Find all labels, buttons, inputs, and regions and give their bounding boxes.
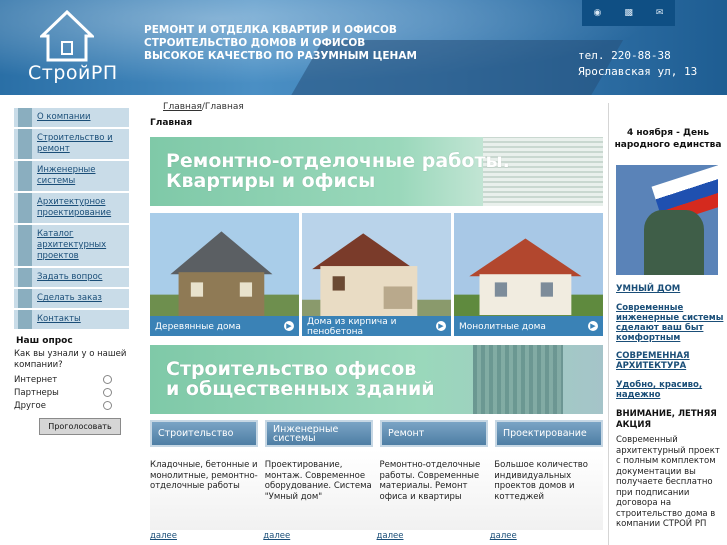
more-links: далее далее далее далее [150, 531, 603, 541]
breadcrumb: Главная/Главная [163, 102, 244, 112]
poll-title: Наш опрос [16, 336, 73, 346]
poll-question: Как вы узнали у о нашей компании? [14, 349, 127, 370]
slogan-line: ВЫСОКОЕ КАЧЕСТВО ПО РАЗУМНЫМ ЦЕНАМ [144, 50, 417, 62]
sidebar-item-ask[interactable]: Задать вопрос [14, 268, 129, 289]
page-title: Главная [150, 118, 193, 128]
banner-text: Строительство офисов и общественных здан… [166, 358, 435, 400]
photo-caption[interactable]: Дома из кирпича и пенобетона [302, 316, 451, 336]
service-columns: Кладочные, бетонные и монолитные, ремонт… [150, 460, 603, 502]
phone-number: тел. 220-88-38 [578, 49, 671, 62]
logo-text[interactable]: СтройРП [28, 62, 118, 84]
header-slogan: РЕМОНТ И ОТДЕЛКА КВАРТИР И ОФИСОВ СТРОИТ… [144, 24, 417, 63]
more-link[interactable]: далее [490, 531, 603, 541]
link-modern-architecture[interactable]: СОВРЕМЕННАЯ АРХИТЕКТУРА [616, 351, 727, 371]
link-engineering-systems[interactable]: Современные инженерные системы сделают в… [616, 303, 727, 343]
banner-office-construction[interactable]: Строительство офисов и общественных здан… [150, 345, 603, 414]
banner-text: Ремонтно-отделочные работы. Квартиры и о… [166, 150, 510, 192]
sidebar-item-label[interactable]: О компании [37, 112, 125, 123]
sitemap-icon[interactable]: ▩ [624, 8, 633, 18]
poll-option[interactable]: Интернет [14, 373, 129, 386]
sidebar-item-label[interactable]: Задать вопрос [37, 272, 125, 283]
right-column: 4 ноября - День народного единства УМНЫЙ… [608, 103, 727, 545]
more-link[interactable]: далее [263, 531, 376, 541]
site-header: СтройРП РЕМОНТ И ОТДЕЛКА КВАРТИР И ОФИСО… [0, 0, 727, 95]
poll-option[interactable]: Партнеры [14, 386, 129, 399]
sidebar-item-order[interactable]: Сделать заказ [14, 289, 129, 310]
home-icon[interactable]: ◉ [594, 8, 602, 18]
tab-renovation[interactable]: Ремонт [380, 420, 488, 447]
mail-icon[interactable]: ✉ [656, 8, 664, 18]
service-column-text: Ремонтно-отделочные работы. Современные … [379, 460, 481, 502]
poll-option-label: Интернет [14, 374, 58, 385]
slogan-line: СТРОИТЕЛЬСТВО ДОМОВ И ОФИСОВ [144, 37, 366, 49]
link-comfortable[interactable]: Удобно, красиво, надежно [616, 380, 727, 400]
sidebar-item-label[interactable]: Контакты [37, 314, 125, 325]
sidebar-item-label[interactable]: Инженерные системы [37, 165, 125, 187]
sidebar-item-contacts[interactable]: Контакты [14, 310, 129, 331]
more-link[interactable]: далее [150, 531, 263, 541]
sidebar-item-label[interactable]: Сделать заказ [37, 293, 125, 304]
news-image[interactable] [616, 165, 718, 275]
photo-caption[interactable]: Монолитные дома [454, 316, 603, 336]
service-tabs: Строительство Инженерные системы Ремонт … [150, 420, 603, 447]
poll-option[interactable]: Другое [14, 399, 129, 412]
news-title: 4 ноября - День народного единства [614, 128, 722, 150]
tab-engineering[interactable]: Инженерные системы [265, 420, 373, 447]
sidebar-item-about[interactable]: О компании [14, 108, 129, 129]
poll-option-label: Другое [14, 400, 46, 411]
arrow-right-icon[interactable]: ▶ [284, 321, 294, 331]
top-icons-bar: ◉ ▩ ✉ [582, 0, 675, 26]
arrow-right-icon[interactable]: ▶ [588, 321, 598, 331]
monument-image [644, 210, 704, 275]
sidebar-nav: О компании Строительство и ремонт Инжене… [14, 108, 129, 331]
poll-radio[interactable] [103, 388, 112, 397]
sidebar-item-label[interactable]: Строительство и ремонт [37, 133, 125, 155]
service-column-text: Большое количество индивидуальных проект… [494, 460, 589, 502]
breadcrumb-home-link[interactable]: Главная [163, 102, 202, 112]
address: Ярославская ул, 13 [578, 65, 698, 78]
tab-construction[interactable]: Строительство [150, 420, 258, 447]
promo-text: Современный архитектурный проект с полны… [616, 435, 720, 529]
header-contacts: тел. 220-88-38 Ярославская ул, 13 [578, 48, 697, 80]
photo-caption[interactable]: Деревянные дома [150, 316, 299, 336]
sidebar-item-architecture[interactable]: Архитектурное проектирование [14, 193, 129, 225]
more-link[interactable]: далее [377, 531, 490, 541]
photo-brick-houses[interactable]: Дома из кирпича и пенобетона ▶ [302, 213, 451, 336]
slogan-line: РЕМОНТ И ОТДЕЛКА КВАРТИР И ОФИСОВ [144, 24, 397, 36]
sidebar-item-catalog[interactable]: Каталог архитектурных проектов [14, 225, 129, 268]
poll-widget: Наш опрос Как вы узнали у о нашей компан… [14, 336, 129, 435]
service-column-text: Кладочные, бетонные и монолитные, ремонт… [150, 460, 258, 491]
vote-button[interactable]: Проголосовать [39, 418, 121, 435]
house-types: Деревянные дома ▶ Дома из кирпича и пено… [150, 213, 603, 336]
poll-radio[interactable] [103, 375, 112, 384]
photo-wooden-houses[interactable]: Деревянные дома ▶ [150, 213, 299, 336]
sidebar-item-engineering[interactable]: Инженерные системы [14, 161, 129, 193]
arrow-right-icon[interactable]: ▶ [436, 321, 446, 331]
promo-title: ВНИМАНИЕ, ЛЕТНЯЯ АКЦИЯ [616, 409, 717, 430]
banner-renovation[interactable]: Ремонтно-отделочные работы. Квартиры и о… [150, 137, 603, 206]
sidebar-item-construction[interactable]: Строительство и ремонт [14, 129, 129, 161]
logo-house-icon[interactable] [40, 10, 94, 62]
banner-building-image [473, 345, 563, 414]
sidebar-item-label[interactable]: Архитектурное проектирование [37, 197, 125, 219]
breadcrumb-current: /Главная [201, 102, 244, 112]
poll-radio[interactable] [103, 401, 112, 410]
service-column-text: Проектирование, монтаж. Современное обор… [264, 460, 372, 502]
sidebar-item-label[interactable]: Каталог архитектурных проектов [37, 229, 125, 262]
poll-option-label: Партнеры [14, 387, 59, 398]
tab-design[interactable]: Проектирование [495, 420, 603, 447]
link-smart-home[interactable]: УМНЫЙ ДОМ [616, 284, 727, 294]
photo-monolithic-houses[interactable]: Монолитные дома ▶ [454, 213, 603, 336]
